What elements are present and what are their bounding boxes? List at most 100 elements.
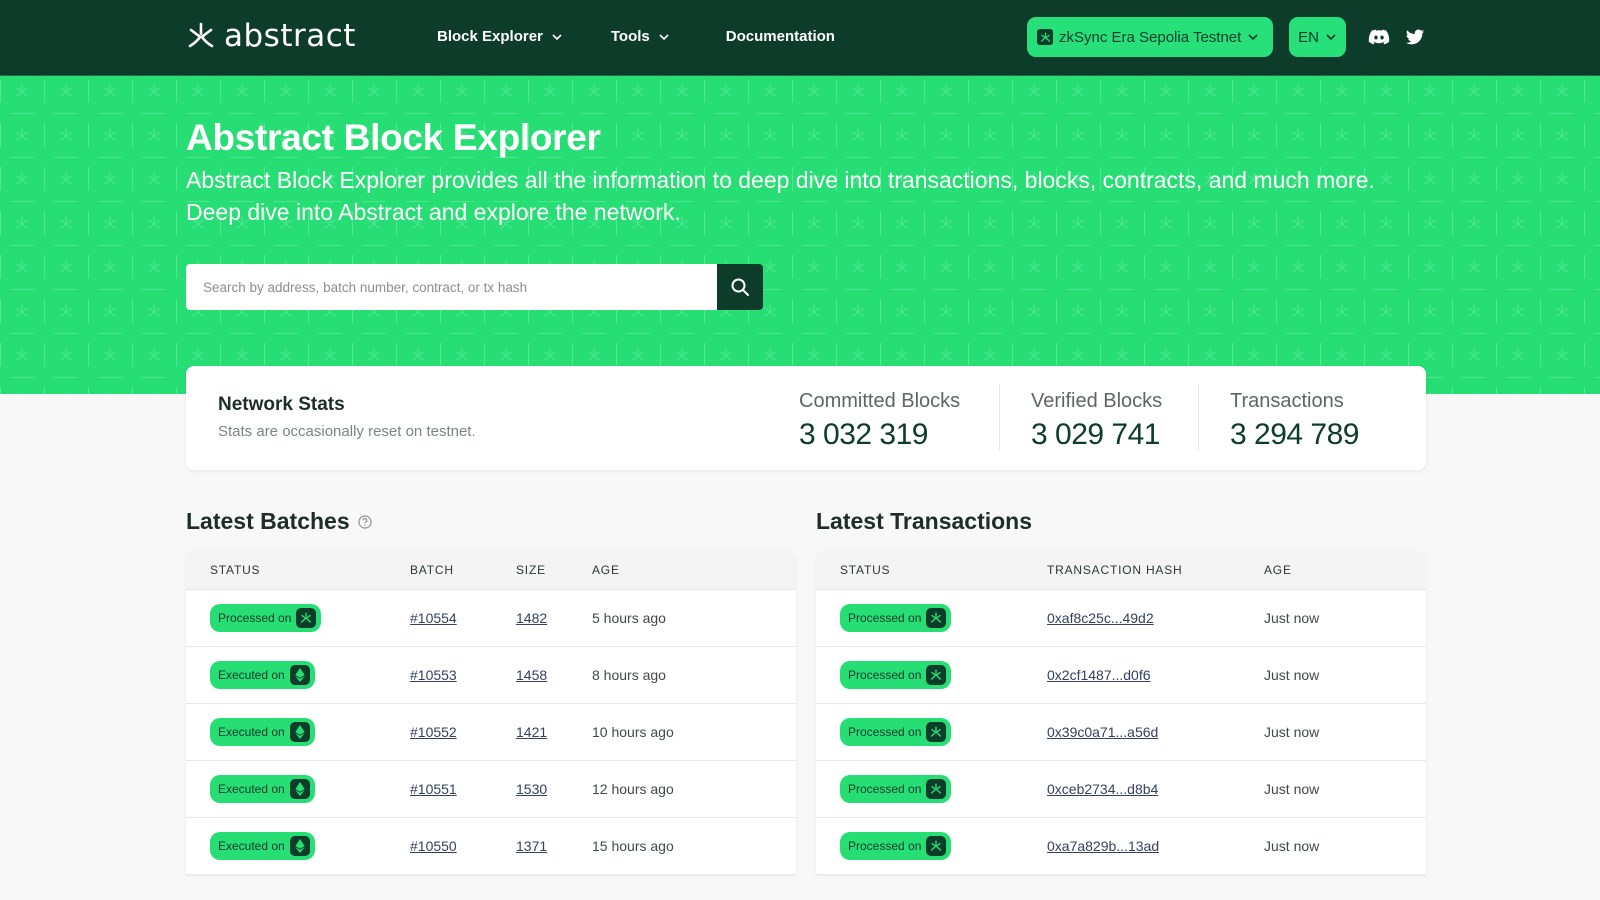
status-badge: Processed on bbox=[210, 604, 322, 632]
status-badge-label: Executed on bbox=[218, 725, 285, 739]
size-link[interactable]: 1371 bbox=[516, 838, 547, 854]
age-cell: Just now bbox=[1264, 610, 1320, 626]
size-link[interactable]: 1458 bbox=[516, 667, 547, 683]
transaction-hash-link[interactable]: 0x39c0a71...a56d bbox=[1047, 724, 1158, 740]
table-header: STATUS BATCH SIZE AGE bbox=[186, 551, 796, 590]
status-badge: Executed on bbox=[210, 718, 315, 746]
age-cell: Just now bbox=[1264, 781, 1320, 797]
age-cell: Just now bbox=[1264, 667, 1320, 683]
main-nav: Block Explorer Tools Documentation bbox=[437, 26, 835, 48]
search-button[interactable] bbox=[717, 264, 763, 310]
batch-cell: #10550 bbox=[410, 838, 516, 854]
nav-block-explorer-label: Block Explorer bbox=[437, 28, 543, 45]
column-header-status: STATUS bbox=[840, 563, 891, 577]
batch-cell: #10552 bbox=[410, 724, 516, 740]
abstract-network-icon bbox=[926, 836, 947, 856]
abstract-network-icon bbox=[926, 665, 947, 685]
stat-value: 3 029 741 bbox=[1031, 418, 1160, 451]
nav-tools-label: Tools bbox=[610, 28, 650, 45]
batch-link[interactable]: #10553 bbox=[410, 667, 457, 683]
batch-link[interactable]: #10550 bbox=[410, 838, 457, 854]
chevron-down-icon bbox=[1326, 34, 1336, 41]
batch-link[interactable]: #10552 bbox=[410, 724, 457, 740]
stat-label: Transactions bbox=[1230, 390, 1344, 412]
size-link[interactable]: 1482 bbox=[516, 610, 547, 626]
stat-transactions: Transactions 3 294 789 bbox=[1230, 388, 1359, 454]
table-row: Executed on #10550 1371 15 hours ago bbox=[186, 818, 796, 875]
hero-description: Abstract Block Explorer provides all the… bbox=[186, 167, 1375, 225]
table-row: Processed on #10554 1482 5 hours ago bbox=[186, 590, 796, 647]
language-selector[interactable]: EN bbox=[1289, 17, 1346, 57]
size-link[interactable]: 1530 bbox=[516, 781, 547, 797]
column-header-size: SIZE bbox=[516, 563, 546, 577]
transaction-hash-link[interactable]: 0x2cf1487...d0f6 bbox=[1047, 667, 1151, 683]
status-badge: Executed on bbox=[210, 661, 315, 689]
age-cell: 12 hours ago bbox=[592, 781, 674, 797]
discord-icon[interactable] bbox=[1368, 26, 1390, 48]
table-row: Executed on #10552 1421 10 hours ago bbox=[186, 704, 796, 761]
hash-cell: 0x39c0a71...a56d bbox=[1047, 724, 1264, 740]
status-cell: Executed on bbox=[186, 832, 410, 860]
search-input[interactable] bbox=[186, 264, 717, 310]
size-cell: 1371 bbox=[516, 838, 592, 854]
help-circle-icon[interactable] bbox=[358, 514, 372, 529]
status-badge: Processed on bbox=[840, 832, 952, 860]
twitter-icon[interactable] bbox=[1404, 26, 1426, 48]
abstract-network-icon bbox=[926, 608, 947, 628]
hash-cell: 0xceb2734...d8b4 bbox=[1047, 781, 1264, 797]
network-stats-title: Network Stats bbox=[218, 394, 345, 415]
column-header-batch: BATCH bbox=[410, 563, 454, 577]
status-cell: Processed on bbox=[816, 661, 1047, 689]
table-row: Processed on 0x2cf1487...d0f6 Just now bbox=[816, 647, 1426, 704]
search-icon bbox=[731, 278, 749, 296]
network-selector[interactable]: zkSync Era Sepolia Testnet bbox=[1027, 17, 1273, 57]
batch-link[interactable]: #10551 bbox=[410, 781, 457, 797]
table-row: Processed on 0xa7a829b...13ad Just now bbox=[816, 818, 1426, 875]
chevron-down-icon bbox=[1248, 34, 1258, 41]
size-cell: 1458 bbox=[516, 667, 592, 683]
status-cell: Processed on bbox=[186, 604, 410, 632]
size-cell: 1530 bbox=[516, 781, 592, 797]
age-cell: 15 hours ago bbox=[592, 838, 674, 854]
stat-committed-blocks: Committed Blocks 3 032 319 bbox=[799, 388, 960, 454]
status-badge-label: Processed on bbox=[848, 668, 922, 682]
transaction-hash-link[interactable]: 0xaf8c25c...49d2 bbox=[1047, 610, 1154, 626]
stat-label: Verified Blocks bbox=[1031, 390, 1163, 412]
table-row: Processed on 0x39c0a71...a56d Just now bbox=[816, 704, 1426, 761]
latest-transactions-title: Latest Transactions bbox=[816, 508, 1032, 535]
ethereum-icon bbox=[289, 779, 310, 799]
top-navigation-bar: abstract Block Explorer Tools Documentat… bbox=[0, 0, 1600, 76]
abstract-network-icon bbox=[1037, 29, 1053, 45]
status-badge: Processed on bbox=[840, 775, 952, 803]
search-bar bbox=[186, 264, 763, 310]
nav-documentation[interactable]: Documentation bbox=[726, 26, 835, 48]
chevron-down-icon bbox=[659, 34, 669, 41]
ethereum-icon bbox=[289, 836, 310, 856]
latest-transactions-title-text: Latest Transactions bbox=[816, 508, 1033, 534]
stat-value: 3 032 319 bbox=[799, 418, 928, 451]
ethereum-icon bbox=[289, 665, 310, 685]
nav-tools[interactable]: Tools bbox=[611, 26, 670, 48]
transaction-hash-link[interactable]: 0xa7a829b...13ad bbox=[1047, 838, 1159, 854]
network-stats-card: Network Stats Stats are occasionally res… bbox=[186, 366, 1426, 470]
abstract-logo[interactable]: abstract bbox=[186, 18, 356, 54]
transaction-hash-link[interactable]: 0xceb2734...d8b4 bbox=[1047, 781, 1158, 797]
hero-banner: Abstract Block Explorer Abstract Block E… bbox=[0, 76, 1600, 394]
status-cell: Executed on bbox=[186, 718, 410, 746]
batch-link[interactable]: #10554 bbox=[410, 610, 457, 626]
table-header: STATUS TRANSACTION HASH AGE bbox=[816, 551, 1426, 590]
batch-cell: #10554 bbox=[410, 610, 516, 626]
status-badge-label: Processed on bbox=[218, 611, 292, 625]
latest-transactions-table: STATUS TRANSACTION HASH AGE Processed on… bbox=[816, 551, 1426, 875]
network-selector-label: zkSync Era Sepolia Testnet bbox=[1059, 28, 1242, 46]
latest-batches-table: STATUS BATCH SIZE AGE Processed on #10554… bbox=[186, 551, 796, 875]
hash-cell: 0xa7a829b...13ad bbox=[1047, 838, 1264, 854]
size-link[interactable]: 1421 bbox=[516, 724, 547, 740]
age-cell: Just now bbox=[1264, 838, 1320, 854]
stat-divider bbox=[1198, 384, 1199, 450]
age-cell: 8 hours ago bbox=[592, 667, 666, 683]
nav-block-explorer[interactable]: Block Explorer bbox=[437, 26, 563, 48]
column-header-status: STATUS bbox=[210, 563, 261, 577]
status-cell: Processed on bbox=[816, 832, 1047, 860]
logo-text: abstract bbox=[224, 18, 356, 54]
